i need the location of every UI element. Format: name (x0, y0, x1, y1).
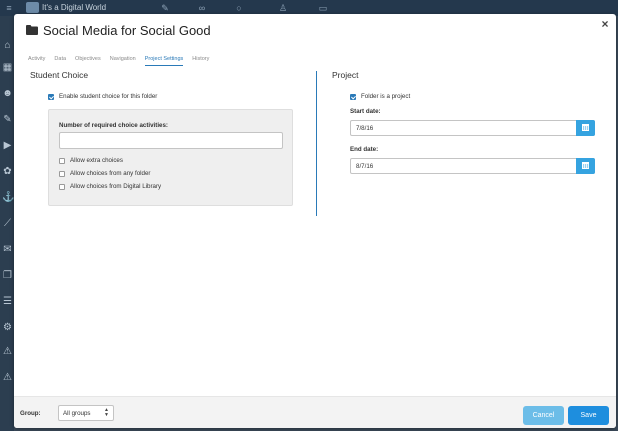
link-icon[interactable]: ∞ (197, 3, 207, 13)
group-select[interactable]: All groups ▲ ▼ (58, 405, 114, 421)
allow-digital-library-label: Allow choices from Digital Library (70, 183, 162, 190)
start-date-field[interactable]: 7/8/16 (350, 120, 595, 136)
end-date-calendar-button[interactable] (576, 158, 595, 174)
tab-navigation[interactable]: Navigation (110, 54, 136, 66)
allow-digital-library-checkbox[interactable] (59, 183, 65, 190)
calendar-icon (582, 124, 589, 131)
users-icon[interactable]: ☻ (2, 88, 13, 99)
allow-any-folder-row[interactable]: Allow choices from any folder (59, 170, 150, 177)
modal-title: Social Media for Social Good (43, 23, 211, 38)
edit-icon[interactable]: ✎ (2, 114, 13, 125)
box-icon[interactable]: ▭ (318, 3, 328, 13)
list-icon[interactable]: ☰ (2, 296, 13, 307)
search-icon[interactable]: ○ (234, 3, 244, 13)
palette-icon[interactable]: ✿ (2, 166, 13, 177)
save-button[interactable]: Save (568, 406, 609, 425)
calendar-icon (582, 162, 589, 169)
tab-history[interactable]: History (192, 54, 209, 66)
start-date-label: Start date: (350, 108, 381, 115)
modal-footer: Group: All groups ▲ ▼ Cancel Save (14, 396, 616, 428)
chart-icon[interactable]: ⟋ (2, 218, 13, 229)
enable-student-choice-label: Enable student choice for this folder (59, 93, 158, 100)
settings-icon[interactable]: ⚙ (2, 322, 13, 333)
enable-student-choice-row[interactable]: Enable student choice for this folder (48, 93, 157, 100)
start-date-calendar-button[interactable] (576, 120, 595, 136)
modal-header: Social Media for Social Good × (14, 14, 616, 48)
folder-settings-modal: Social Media for Social Good × Activity … (14, 14, 616, 428)
cancel-button[interactable]: Cancel (523, 406, 564, 425)
background-app-title: It's a Digital World (42, 3, 107, 12)
tab-bar: Activity Data Objectives Navigation Proj… (28, 54, 218, 66)
required-choices-input[interactable] (59, 132, 283, 149)
select-arrows-icon: ▲ ▼ (104, 407, 109, 418)
allow-extra-choices-checkbox[interactable] (59, 157, 65, 164)
wrench-icon[interactable]: ✎ (160, 3, 170, 13)
project-heading: Project (332, 70, 359, 80)
end-date-value: 8/7/16 (356, 163, 374, 170)
menu-icon[interactable]: ≡ (4, 3, 14, 13)
allow-any-folder-label: Allow choices from any folder (70, 170, 151, 177)
calendar-icon[interactable]: ▦ (2, 62, 13, 73)
tab-project-settings[interactable]: Project Settings (144, 54, 184, 66)
tab-activity[interactable]: Activity (28, 54, 45, 66)
tab-objectives[interactable]: Objectives (75, 54, 101, 66)
student-choice-heading: Student Choice (30, 70, 89, 80)
enable-student-choice-checkbox[interactable] (48, 93, 54, 100)
mail-icon[interactable]: ✉ (2, 244, 13, 255)
alert-icon[interactable]: ⚠ (2, 372, 13, 383)
anchor-icon[interactable]: ⚓ (2, 192, 14, 203)
folder-is-project-row[interactable]: Folder is a project (350, 93, 410, 100)
app-logo (26, 2, 39, 13)
end-date-field[interactable]: 8/7/16 (350, 158, 595, 174)
background-sidebar: ⌂ ▦ ☻ ✎ ▶ ✿ ⚓ ⟋ ✉ ❐ ☰ ⚙ ⚠ ⚠ (0, 16, 14, 431)
warning-icon[interactable]: ⚠ (2, 346, 13, 357)
start-date-value: 7/8/16 (356, 125, 374, 132)
allow-extra-choices-row[interactable]: Allow extra choices (59, 157, 123, 164)
home-icon[interactable]: ⌂ (2, 40, 13, 51)
allow-any-folder-checkbox[interactable] (59, 170, 65, 177)
allow-digital-library-row[interactable]: Allow choices from Digital Library (59, 183, 161, 190)
tab-data[interactable]: Data (54, 54, 66, 66)
folder-icon (26, 25, 38, 35)
folder-is-project-checkbox[interactable] (350, 93, 356, 100)
close-button[interactable]: × (599, 18, 611, 30)
group-select-value: All groups (63, 410, 91, 417)
play-icon[interactable]: ▶ (2, 140, 13, 151)
folder-is-project-label: Folder is a project (361, 93, 411, 100)
group-label: Group: (20, 410, 41, 417)
choice-options-panel: Number of required choice activities: Al… (48, 109, 293, 206)
copy-icon[interactable]: ❐ (2, 270, 13, 281)
allow-extra-choices-label: Allow extra choices (70, 157, 123, 164)
end-date-label: End date: (350, 146, 379, 153)
required-choices-label: Number of required choice activities: (59, 122, 168, 129)
column-divider (316, 71, 317, 216)
person-icon[interactable]: ♙ (278, 3, 288, 13)
